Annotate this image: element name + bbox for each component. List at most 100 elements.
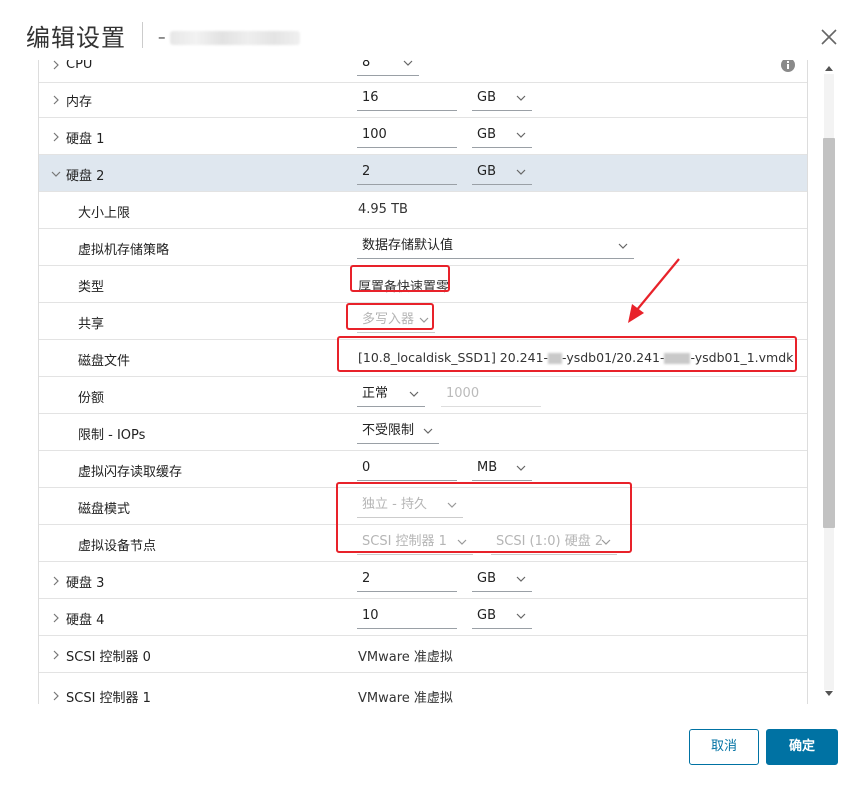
chevron-right-icon[interactable] — [51, 95, 61, 105]
memory-input[interactable]: 16 — [357, 87, 457, 111]
row-label: 硬盘 4 — [66, 613, 105, 628]
row-scsi-controller-1[interactable]: SCSI 控制器 1 VMware 准虚拟 — [39, 677, 807, 704]
scsi-node-select[interactable]: SCSI (1:0) 硬盘 2 — [491, 531, 617, 555]
row-disk-file: 磁盘文件 [10.8_localdisk_SSD1] 20.241- -ysdb0… — [39, 340, 807, 377]
scrollbar[interactable] — [820, 60, 837, 704]
disk-4-size-input[interactable]: 10 — [357, 605, 457, 629]
cancel-button[interactable]: 取消 — [689, 729, 759, 765]
row-label: 类型 — [78, 280, 105, 295]
chevron-down-icon — [516, 95, 526, 101]
select-value: 数据存储默认值 — [362, 238, 454, 253]
annotation-arrow-icon — [628, 258, 680, 323]
shares-value-input[interactable]: 1000 — [441, 383, 541, 407]
select-value: GB — [477, 127, 496, 142]
vm-name-prefix: – — [158, 28, 166, 46]
select-value: SCSI 控制器 1 — [362, 534, 447, 549]
row-label: 内存 — [66, 95, 93, 110]
memory-unit-select[interactable]: GB — [472, 87, 532, 111]
disk-2-unit-select[interactable]: GB — [472, 161, 532, 185]
scroll-up-icon[interactable] — [824, 64, 834, 72]
title-separator — [142, 22, 143, 48]
select-value: GB — [477, 608, 496, 623]
row-scsi-controller-0[interactable]: SCSI 控制器 0 VMware 准虚拟 — [39, 636, 807, 673]
select-value: GB — [477, 164, 496, 179]
chevron-down-icon — [618, 243, 628, 249]
chevron-right-icon[interactable] — [51, 132, 61, 142]
row-label: SCSI 控制器 0 — [66, 650, 151, 665]
scrollbar-thumb[interactable] — [823, 138, 835, 528]
flash-cache-input[interactable]: 0 — [357, 457, 457, 481]
disk-mode-select[interactable]: 独立 - 持久 — [357, 494, 463, 518]
dialog-title: 编辑设置 — [26, 24, 126, 52]
row-label: 硬盘 3 — [66, 576, 105, 591]
select-value: 不受限制 — [362, 423, 415, 438]
disk-2-size-input[interactable]: 2 — [357, 161, 457, 185]
chevron-down-icon — [447, 502, 457, 508]
chevron-down-icon — [423, 428, 433, 434]
row-disk-4[interactable]: 硬盘 4 10 GB — [39, 599, 807, 636]
vm-name-redacted — [170, 31, 300, 45]
row-label: 大小上限 — [78, 206, 131, 221]
shares-select[interactable]: 正常 — [357, 383, 425, 407]
row-label: 限制 - IOPs — [78, 428, 146, 443]
row-disk-mode: 磁盘模式 独立 - 持久 — [39, 488, 807, 525]
vm-name: – — [158, 30, 300, 46]
disk-type-value: 厚置备快速置零 — [358, 280, 450, 295]
chevron-down-icon — [516, 465, 526, 471]
sharing-select[interactable]: 多写入器 — [357, 309, 435, 333]
select-value: MB — [477, 460, 498, 475]
row-disk-1[interactable]: 硬盘 1 100 GB — [39, 118, 807, 155]
ok-button[interactable]: 确定 — [766, 729, 838, 765]
flash-cache-unit-select[interactable]: MB — [472, 457, 532, 481]
chevron-right-icon[interactable] — [51, 650, 61, 660]
select-value: 多写入器 — [362, 312, 415, 327]
row-shares: 份额 正常 1000 — [39, 377, 807, 414]
scsi-controller-select[interactable]: SCSI 控制器 1 — [357, 531, 473, 555]
chevron-down-icon — [409, 391, 419, 397]
info-icon[interactable] — [781, 60, 795, 72]
row-label: 虚拟机存储策略 — [78, 243, 170, 258]
row-label: 硬盘 1 — [66, 132, 105, 147]
disk-3-unit-select[interactable]: GB — [472, 568, 532, 592]
row-disk-3[interactable]: 硬盘 3 2 GB — [39, 562, 807, 599]
row-virtual-device-node: 虚拟设备节点 SCSI 控制器 1 SCSI (1:0) 硬盘 2 — [39, 525, 807, 562]
row-label: SCSI 控制器 1 — [66, 691, 151, 704]
close-icon[interactable] — [818, 26, 840, 48]
chevron-right-icon[interactable] — [51, 691, 61, 701]
edit-settings-dialog: 编辑设置 – CPU 8 内存 16 GB 硬盘 1 100 GB 硬盘 2 2… — [0, 0, 861, 786]
row-vm-storage-policy: 虚拟机存储策略 数据存储默认值 — [39, 229, 807, 266]
vm-storage-policy-select[interactable]: 数据存储默认值 — [357, 235, 634, 259]
row-label: CPU — [66, 60, 93, 72]
row-max-size: 大小上限 4.95 TB — [39, 192, 807, 229]
disk-3-size-input[interactable]: 2 — [357, 568, 457, 592]
row-label: 份额 — [78, 391, 105, 406]
disk-1-size-input[interactable]: 100 — [357, 124, 457, 148]
limit-iops-select[interactable]: 不受限制 — [357, 420, 439, 444]
row-label: 磁盘文件 — [78, 354, 131, 369]
select-value: 独立 - 持久 — [362, 497, 427, 512]
cpu-select[interactable]: 8 — [357, 60, 419, 76]
row-label: 共享 — [78, 317, 105, 332]
disk-4-unit-select[interactable]: GB — [472, 605, 532, 629]
select-value: GB — [477, 90, 496, 105]
redacted-text — [664, 353, 691, 364]
scroll-down-icon[interactable] — [824, 690, 834, 698]
scsi-0-type: VMware 准虚拟 — [358, 650, 453, 665]
row-disk-2[interactable]: 硬盘 2 2 GB — [39, 155, 807, 192]
row-cpu[interactable]: CPU 8 — [39, 60, 807, 83]
redacted-text — [548, 353, 563, 364]
chevron-down-icon[interactable] — [51, 169, 61, 179]
row-limit-iops: 限制 - IOPs 不受限制 — [39, 414, 807, 451]
disk-1-unit-select[interactable]: GB — [472, 124, 532, 148]
row-type: 类型 厚置备快速置零 — [39, 266, 807, 303]
chevron-right-icon[interactable] — [51, 613, 61, 623]
chevron-right-icon[interactable] — [51, 60, 61, 70]
row-label: 硬盘 2 — [66, 169, 105, 184]
disk-file-path-prefix: [10.8_localdisk_SSD1] 20.241- — [358, 350, 549, 365]
select-value: SCSI (1:0) 硬盘 2 — [496, 534, 604, 549]
disk-file-path: [10.8_localdisk_SSD1] 20.241- -ysdb01/20.… — [358, 350, 793, 365]
chevron-right-icon[interactable] — [51, 576, 61, 586]
row-memory[interactable]: 内存 16 GB — [39, 81, 807, 118]
max-size-value: 4.95 TB — [358, 202, 408, 217]
select-value: GB — [477, 571, 496, 586]
